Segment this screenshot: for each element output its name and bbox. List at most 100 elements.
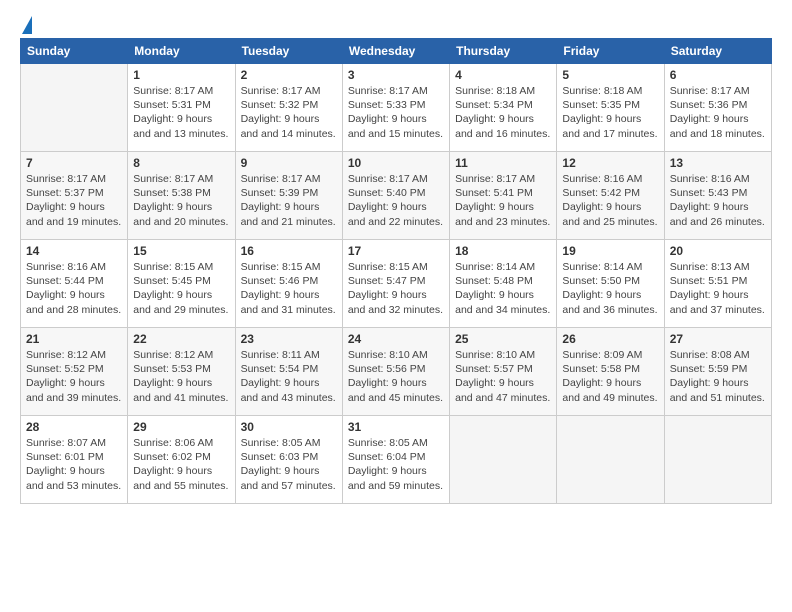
cell-date-number: 4 <box>455 68 551 82</box>
cell-daylight-minutes: and and 41 minutes. <box>133 391 229 405</box>
cell-info: Sunrise: 8:16 AMSunset: 5:42 PMDaylight:… <box>562 172 658 229</box>
calendar-cell: 2Sunrise: 8:17 AMSunset: 5:32 PMDaylight… <box>235 64 342 152</box>
weekday-header-sunday: Sunday <box>21 39 128 64</box>
cell-daylight-minutes: and and 17 minutes. <box>562 127 658 141</box>
cell-date-number: 20 <box>670 244 766 258</box>
cell-daylight-label: Daylight: 9 hours <box>348 376 444 390</box>
cell-info: Sunrise: 8:17 AMSunset: 5:33 PMDaylight:… <box>348 84 444 141</box>
cell-daylight-label: Daylight: 9 hours <box>670 112 766 126</box>
cell-info: Sunrise: 8:16 AMSunset: 5:43 PMDaylight:… <box>670 172 766 229</box>
cell-daylight-minutes: and and 45 minutes. <box>348 391 444 405</box>
page-header <box>10 10 782 34</box>
cell-daylight-label: Daylight: 9 hours <box>455 288 551 302</box>
cell-sunrise: Sunrise: 8:17 AM <box>348 172 444 186</box>
logo-triangle-icon <box>22 16 32 34</box>
cell-daylight-minutes: and and 23 minutes. <box>455 215 551 229</box>
cell-sunrise: Sunrise: 8:13 AM <box>670 260 766 274</box>
cell-sunrise: Sunrise: 8:16 AM <box>562 172 658 186</box>
cell-sunset: Sunset: 5:48 PM <box>455 274 551 288</box>
cell-sunrise: Sunrise: 8:17 AM <box>133 84 229 98</box>
calendar-cell: 13 Sunrise: 8:16 AMSunset: 5:43 PMDayligh… <box>664 152 771 240</box>
calendar-cell: 26Sunrise: 8:09 AMSunset: 5:58 PMDayligh… <box>557 328 664 416</box>
cell-sunrise: Sunrise: 8:12 AM <box>133 348 229 362</box>
calendar-cell: 21Sunrise: 8:12 AMSunset: 5:52 PMDayligh… <box>21 328 128 416</box>
calendar-header: SundayMondayTuesdayWednesdayThursdayFrid… <box>21 39 772 64</box>
calendar-cell: 27Sunrise: 8:08 AMSunset: 5:59 PMDayligh… <box>664 328 771 416</box>
cell-daylight-minutes: and and 22 minutes. <box>348 215 444 229</box>
cell-daylight-minutes: and and 31 minutes. <box>241 303 337 317</box>
calendar-cell: 23Sunrise: 8:11 AMSunset: 5:54 PMDayligh… <box>235 328 342 416</box>
cell-info: Sunrise: 8:18 AMSunset: 5:35 PMDaylight:… <box>562 84 658 141</box>
cell-sunset: Sunset: 5:56 PM <box>348 362 444 376</box>
cell-date-number: 27 <box>670 332 766 346</box>
cell-daylight-minutes: and and 16 minutes. <box>455 127 551 141</box>
cell-date-number: 12 <box>562 156 658 170</box>
weekday-header-friday: Friday <box>557 39 664 64</box>
cell-info: Sunrise: 8:06 AMSunset: 6:02 PMDaylight:… <box>133 436 229 493</box>
cell-sunset: Sunset: 6:04 PM <box>348 450 444 464</box>
cell-sunrise: Sunrise: 8:17 AM <box>133 172 229 186</box>
cell-sunset: Sunset: 5:51 PM <box>670 274 766 288</box>
cell-info: Sunrise: 8:17 AMSunset: 5:40 PMDaylight:… <box>348 172 444 229</box>
calendar-cell <box>557 416 664 504</box>
weekday-header-tuesday: Tuesday <box>235 39 342 64</box>
calendar-cell: 7Sunrise: 8:17 AMSunset: 5:37 PMDaylight… <box>21 152 128 240</box>
cell-info: Sunrise: 8:17 AMSunset: 5:32 PMDaylight:… <box>241 84 337 141</box>
cell-date-number: 22 <box>133 332 229 346</box>
cell-daylight-minutes: and and 25 minutes. <box>562 215 658 229</box>
cell-sunset: Sunset: 5:37 PM <box>26 186 122 200</box>
calendar-cell: 31Sunrise: 8:05 AMSunset: 6:04 PMDayligh… <box>342 416 449 504</box>
cell-date-number: 21 <box>26 332 122 346</box>
cell-daylight-label: Daylight: 9 hours <box>455 112 551 126</box>
cell-daylight-label: Daylight: 9 hours <box>670 200 766 214</box>
cell-sunrise: Sunrise: 8:05 AM <box>348 436 444 450</box>
cell-sunrise: Sunrise: 8:07 AM <box>26 436 122 450</box>
cell-date-number: 15 <box>133 244 229 258</box>
cell-daylight-label: Daylight: 9 hours <box>562 112 658 126</box>
cell-daylight-label: Daylight: 9 hours <box>241 464 337 478</box>
calendar-cell: 8Sunrise: 8:17 AMSunset: 5:38 PMDaylight… <box>128 152 235 240</box>
cell-info: Sunrise: 8:05 AMSunset: 6:04 PMDaylight:… <box>348 436 444 493</box>
cell-sunrise: Sunrise: 8:16 AM <box>670 172 766 186</box>
cell-sunset: Sunset: 5:31 PM <box>133 98 229 112</box>
cell-daylight-minutes: and and 15 minutes. <box>348 127 444 141</box>
cell-daylight-label: Daylight: 9 hours <box>133 112 229 126</box>
calendar-cell: 25Sunrise: 8:10 AMSunset: 5:57 PMDayligh… <box>450 328 557 416</box>
cell-date-number: 13 <box>670 156 766 170</box>
cell-date-number: 7 <box>26 156 122 170</box>
cell-date-number: 23 <box>241 332 337 346</box>
cell-date-number: 6 <box>670 68 766 82</box>
cell-info: Sunrise: 8:17 AMSunset: 5:39 PMDaylight:… <box>241 172 337 229</box>
calendar-cell: 5 Sunrise: 8:18 AMSunset: 5:35 PMDaylight… <box>557 64 664 152</box>
calendar-week-2: 7Sunrise: 8:17 AMSunset: 5:37 PMDaylight… <box>21 152 772 240</box>
logo <box>20 18 32 34</box>
cell-daylight-minutes: and and 19 minutes. <box>26 215 122 229</box>
calendar-cell: 4Sunrise: 8:18 AMSunset: 5:34 PMDaylight… <box>450 64 557 152</box>
cell-daylight-label: Daylight: 9 hours <box>26 200 122 214</box>
cell-daylight-minutes: and and 29 minutes. <box>133 303 229 317</box>
cell-date-number: 8 <box>133 156 229 170</box>
cell-info: Sunrise: 8:17 AMSunset: 5:31 PMDaylight:… <box>133 84 229 141</box>
cell-daylight-minutes: and and 59 minutes. <box>348 479 444 493</box>
cell-date-number: 16 <box>241 244 337 258</box>
cell-info: Sunrise: 8:14 AMSunset: 5:48 PMDaylight:… <box>455 260 551 317</box>
cell-daylight-label: Daylight: 9 hours <box>455 200 551 214</box>
cell-sunrise: Sunrise: 8:15 AM <box>133 260 229 274</box>
cell-sunset: Sunset: 5:59 PM <box>670 362 766 376</box>
cell-daylight-minutes: and and 55 minutes. <box>133 479 229 493</box>
cell-date-number: 5 <box>562 68 658 82</box>
cell-daylight-minutes: and and 26 minutes. <box>670 215 766 229</box>
calendar-cell: 19Sunrise: 8:14 AMSunset: 5:50 PMDayligh… <box>557 240 664 328</box>
cell-date-number: 9 <box>241 156 337 170</box>
calendar-cell: 3Sunrise: 8:17 AMSunset: 5:33 PMDaylight… <box>342 64 449 152</box>
calendar-cell <box>664 416 771 504</box>
calendar-cell: 22Sunrise: 8:12 AMSunset: 5:53 PMDayligh… <box>128 328 235 416</box>
calendar-week-4: 21Sunrise: 8:12 AMSunset: 5:52 PMDayligh… <box>21 328 772 416</box>
cell-daylight-minutes: and and 32 minutes. <box>348 303 444 317</box>
cell-daylight-label: Daylight: 9 hours <box>241 200 337 214</box>
cell-daylight-minutes: and and 39 minutes. <box>26 391 122 405</box>
cell-sunset: Sunset: 5:32 PM <box>241 98 337 112</box>
cell-info: Sunrise: 8:14 AMSunset: 5:50 PMDaylight:… <box>562 260 658 317</box>
cell-date-number: 24 <box>348 332 444 346</box>
cell-sunset: Sunset: 5:53 PM <box>133 362 229 376</box>
